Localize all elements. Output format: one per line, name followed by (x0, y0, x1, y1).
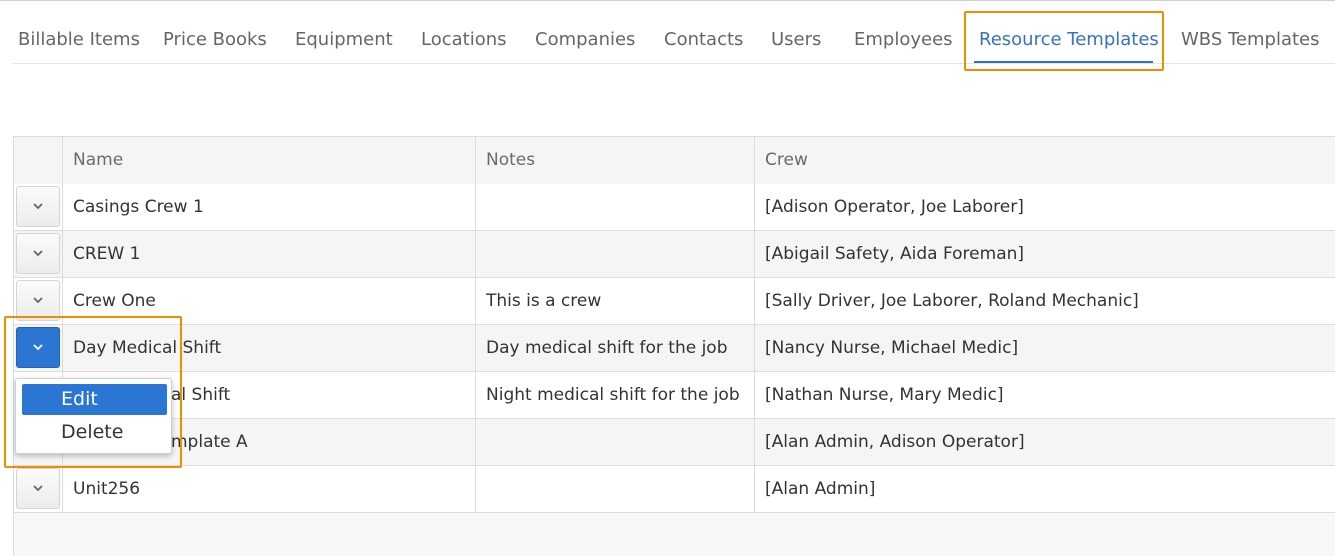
tab-users[interactable]: Users (771, 28, 821, 52)
name-cell: Day Medical Shift (63, 325, 476, 371)
name-cell: CREW 1 (63, 231, 476, 277)
chevron-down-icon (33, 297, 43, 304)
table-row: Unit256 [Alan Admin] (14, 466, 1335, 513)
name-cell: Crew One (63, 278, 476, 324)
tab-price-books[interactable]: Price Books (163, 28, 267, 52)
notes-cell: This is a crew (476, 278, 755, 324)
tab-companies[interactable]: Companies (535, 28, 635, 52)
name-cell: Unit256 (63, 466, 476, 512)
expander-cell (14, 184, 63, 230)
notes-cell (476, 184, 755, 230)
notes-cell (476, 419, 755, 465)
row-actions-button[interactable] (16, 468, 60, 509)
expander-cell (14, 278, 63, 324)
name-cell: Casings Crew 1 (63, 184, 476, 230)
row-actions-menu: Edit Delete (15, 378, 172, 454)
row-actions-button[interactable] (16, 327, 60, 368)
crew-cell: [Nancy Nurse, Michael Medic] (765, 338, 1019, 358)
row-actions-button[interactable] (16, 233, 60, 274)
row-actions-button[interactable] (16, 280, 60, 321)
crew-cell: [Adison Operator, Joe Laborer] (765, 197, 1024, 217)
crew-cell: [Abigail Safety, Aida Foreman] (765, 244, 1025, 264)
resource-templates-grid: Name Notes Crew Casings Crew 1 [Adison O… (13, 136, 1335, 556)
crew-cell: [Nathan Nurse, Mary Medic] (765, 385, 1004, 405)
table-row: Casings Crew 1 [Adison Operator, Joe Lab… (14, 184, 1335, 231)
notes-cell: Day medical shift for the job (476, 325, 755, 371)
table-row: Day Medical Shift Day medical shift for … (14, 325, 1335, 372)
notes-cell (476, 231, 755, 277)
expander-cell (14, 325, 63, 371)
crew-cell: [Alan Admin] (765, 479, 876, 499)
crew-cell: [Sally Driver, Joe Laborer, Roland Mecha… (765, 291, 1139, 311)
table-row: CREW 1 [Abigail Safety, Aida Foreman] (14, 231, 1335, 278)
chevron-down-icon (33, 203, 43, 210)
header-crew[interactable]: Crew (755, 137, 1335, 184)
notes-cell: Night medical shift for the job (476, 372, 755, 418)
table-row: mplate A [Alan Admin, Adison Operator] (14, 419, 1335, 466)
chevron-down-icon (33, 344, 43, 351)
crew-cell: [Alan Admin, Adison Operator] (765, 432, 1025, 452)
menu-item-delete[interactable]: Delete (22, 417, 167, 448)
tab-highlight-box (964, 11, 1164, 71)
menu-item-edit[interactable]: Edit (22, 384, 167, 415)
tab-employees[interactable]: Employees (854, 28, 953, 52)
header-notes[interactable]: Notes (476, 137, 755, 184)
header-name[interactable]: Name (63, 137, 476, 184)
table-row: Crew One This is a crew [Sally Driver, J… (14, 278, 1335, 325)
table-row: al Shift Night medical shift for the job… (14, 372, 1335, 419)
chevron-down-icon (33, 485, 43, 492)
row-actions-button[interactable] (16, 186, 60, 227)
grid-header: Name Notes Crew (14, 137, 1335, 185)
tab-contacts[interactable]: Contacts (664, 28, 743, 52)
tab-locations[interactable]: Locations (421, 28, 507, 52)
tab-wbs-templates[interactable]: WBS Templates (1181, 28, 1320, 52)
expander-cell (14, 466, 63, 512)
tab-equipment[interactable]: Equipment (295, 28, 393, 52)
chevron-down-icon (33, 250, 43, 257)
tab-billable-items[interactable]: Billable Items (18, 28, 140, 52)
header-expander-column (14, 137, 63, 184)
expander-cell (14, 231, 63, 277)
notes-cell (476, 466, 755, 512)
